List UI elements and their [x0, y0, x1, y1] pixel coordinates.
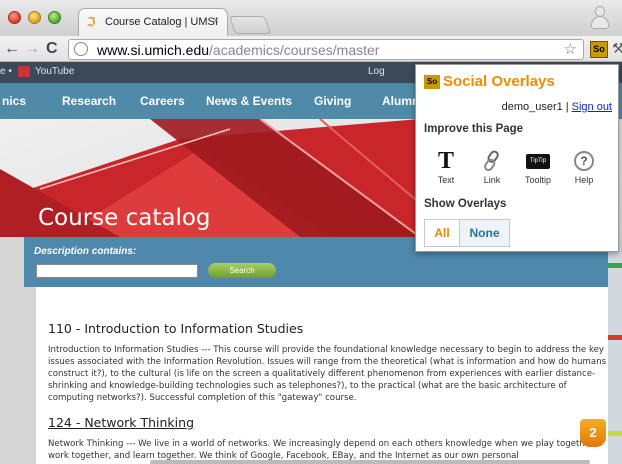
side-panel-strip: [608, 237, 622, 464]
site-nav-item[interactable]: Giving: [314, 94, 351, 108]
back-button[interactable]: ←: [4, 39, 20, 59]
course-title: 110 - Introduction to Information Studie…: [48, 321, 304, 336]
text-icon: T: [437, 148, 454, 174]
youtube-icon: [18, 66, 30, 77]
bookmark-youtube-label: YouTube: [35, 66, 75, 77]
site-nav-item[interactable]: Research: [62, 94, 116, 108]
window-maximize-button[interactable]: [48, 11, 61, 24]
course-title-link[interactable]: 124 - Network Thinking: [48, 415, 194, 430]
strip-marker: [608, 263, 622, 268]
window-minimize-button[interactable]: [28, 11, 41, 24]
overlay-toggle-group: All None: [424, 219, 510, 247]
show-all-overlays-button[interactable]: All: [424, 219, 460, 247]
course-list: 110 - Introduction to Information Studie…: [36, 287, 608, 464]
tab-title: Course Catalog | UMSI: [105, 16, 218, 28]
course-description: Introduction to Information Studies --- …: [48, 345, 607, 403]
course-description: Network Thinking --- We live in a world …: [48, 439, 597, 461]
link-icon: [484, 150, 499, 172]
social-overlays-popup: So Social Overlays demo_user1 | Sign out I…: [415, 64, 619, 252]
notification-counter[interactable]: 2: [580, 419, 606, 447]
show-overlays-heading: Show Overlays: [424, 198, 507, 210]
tool-label: Tooltip: [524, 175, 551, 185]
bookmark-star-icon[interactable]: ☆: [564, 40, 577, 58]
social-overlays-extension-button[interactable]: So: [590, 41, 608, 58]
improve-page-heading: Improve this Page: [424, 123, 524, 135]
address-url[interactable]: www.si.umich.edu/academics/courses/maste…: [97, 42, 379, 58]
strip-marker: [608, 431, 622, 436]
tool-label: Link: [483, 175, 501, 185]
tooltip-tool-button[interactable]: TipTip Tooltip: [516, 149, 560, 185]
show-no-overlays-button[interactable]: None: [460, 219, 510, 247]
tool-label: Help: [574, 175, 594, 185]
bookmark-partial[interactable]: e •: [0, 66, 12, 77]
site-nav-item[interactable]: Alumn: [382, 94, 419, 108]
horizontal-scrollbar[interactable]: [150, 460, 590, 464]
tab-close-icon[interactable]: ×: [213, 15, 219, 27]
popup-title: Social Overlays: [443, 73, 555, 90]
user-separator: |: [565, 101, 569, 113]
help-tool-button[interactable]: ? Help: [562, 149, 606, 185]
site-nav-item[interactable]: Careers: [140, 94, 185, 108]
window-titlebar: ℑ Course Catalog | UMSI ×: [0, 0, 622, 36]
sign-out-link[interactable]: Sign out: [572, 101, 612, 113]
banner-title: Course catalog: [38, 205, 211, 231]
site-nav-item[interactable]: nics: [2, 94, 26, 108]
bookmark-log[interactable]: Log: [368, 66, 385, 77]
help-icon: ?: [574, 151, 594, 171]
browser-toolbar: ← → C www.si.umich.edu/academics/courses…: [0, 36, 622, 62]
tool-label: Text: [437, 175, 455, 185]
forward-button[interactable]: →: [24, 39, 40, 59]
annotation-tools: T Text Link TipTip Tooltip ? Help: [424, 149, 614, 193]
bookmark-youtube[interactable]: YouTube: [18, 66, 74, 77]
user-info: demo_user1 | Sign out: [502, 101, 612, 113]
link-tool-button[interactable]: Link: [470, 149, 514, 185]
search-label: Description contains:: [34, 246, 137, 257]
username: demo_user1: [501, 101, 563, 113]
text-tool-button[interactable]: T Text: [424, 149, 468, 185]
strip-marker: [608, 335, 622, 340]
window-close-button[interactable]: [8, 11, 21, 24]
site-nav-item[interactable]: News & Events: [206, 94, 292, 108]
umsi-favicon-icon: ℑ: [87, 15, 96, 29]
reload-button[interactable]: C: [46, 39, 58, 59]
globe-icon: [74, 42, 88, 56]
wrench-menu-icon[interactable]: ⚒: [612, 40, 622, 57]
address-bar[interactable]: www.si.umich.edu/academics/courses/maste…: [68, 39, 584, 60]
search-button[interactable]: Search: [208, 263, 276, 278]
tooltip-icon: TipTip: [526, 153, 550, 169]
social-overlays-logo: So: [424, 75, 440, 89]
browser-tab[interactable]: ℑ Course Catalog | UMSI ×: [78, 8, 228, 36]
new-tab-button[interactable]: [228, 16, 272, 34]
search-input[interactable]: [36, 264, 198, 278]
profile-icon[interactable]: [590, 4, 610, 30]
